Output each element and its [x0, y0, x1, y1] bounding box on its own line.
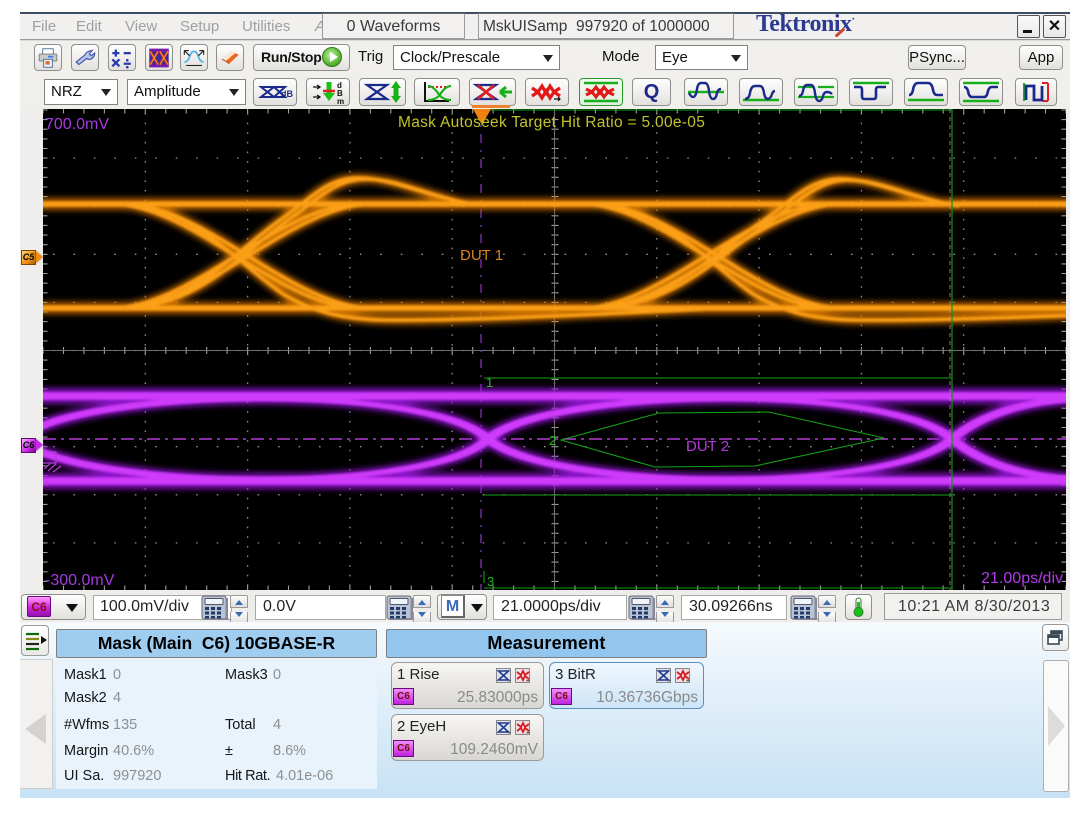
svg-text:-300.0mV: -300.0mV [45, 572, 115, 589]
svg-text:1: 1 [486, 375, 493, 390]
svg-text:m: m [337, 97, 344, 105]
svg-text:DUT 1: DUT 1 [460, 247, 503, 264]
svg-text:DUT 2: DUT 2 [686, 438, 729, 455]
svg-text:700.0mV: 700.0mV [45, 116, 109, 133]
svg-text:3: 3 [487, 574, 494, 589]
svg-text:dB: dB [281, 89, 293, 99]
svg-text:Mask Autoseek Target Hit Ratio: Mask Autoseek Target Hit Ratio = 5.00e-0… [398, 114, 705, 131]
svg-text:2: 2 [549, 433, 556, 448]
svg-text:21.00ps/div: 21.00ps/div [981, 570, 1063, 587]
